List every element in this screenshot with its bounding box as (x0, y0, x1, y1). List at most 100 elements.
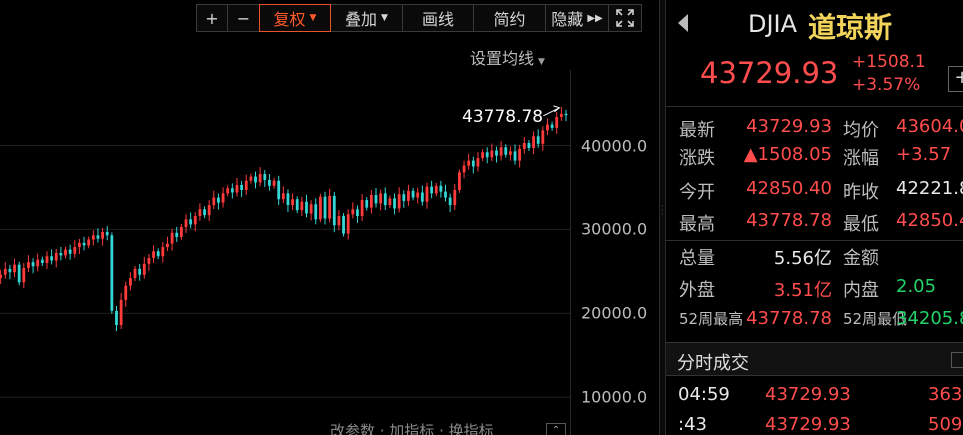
candle-body (258, 174, 262, 183)
candle-body (351, 209, 355, 215)
quote-row: 今开 42850.40 昨收 42221.8 (666, 178, 963, 206)
quote-value: ▲1508.05 (743, 144, 832, 165)
candle-body (166, 243, 169, 248)
candle-body (499, 147, 503, 156)
candle-body (54, 252, 58, 261)
candle-body (374, 195, 378, 204)
kline-chart-panel[interactable]: + − 复权 ▼ 叠加 ▼ 画线 简约 隐藏 ▶▶ 设置均线 ▼ 40000.0 3000… (0, 0, 659, 435)
candle-body (490, 150, 494, 158)
back-arrow-icon[interactable] (678, 14, 688, 32)
candle-body (513, 151, 517, 161)
candle-body (170, 232, 174, 244)
quote-label: 涨跌 (679, 148, 715, 169)
quote-value: 42850.4 (896, 210, 963, 231)
candle-body (291, 199, 294, 206)
quote-label: 昨收 (843, 182, 879, 203)
candle-body (138, 268, 142, 275)
candle-body (527, 143, 531, 149)
candle-body (546, 124, 549, 131)
candle-body (485, 152, 489, 158)
candle-body (8, 268, 12, 273)
panel-menu-icon[interactable] (951, 352, 963, 368)
candle-body (64, 249, 67, 256)
candle-body (27, 262, 30, 269)
candle-body (365, 200, 369, 208)
expand-icon[interactable]: ⌃ (546, 423, 566, 435)
candle-body (462, 165, 466, 173)
candle-body (504, 147, 508, 155)
candle-body (383, 193, 387, 206)
candle-body (221, 193, 225, 203)
trade-volume: 509 (928, 414, 963, 435)
draw-line-button[interactable]: 画线 (402, 4, 474, 32)
candle-body (508, 151, 512, 155)
hide-button[interactable]: 隐藏 ▶▶ (545, 4, 609, 32)
trade-time: 04:59 (678, 384, 730, 405)
candle-body (411, 190, 415, 198)
divider (666, 106, 963, 107)
candle-body (448, 197, 452, 206)
quote-value: 42221.8 (896, 178, 963, 199)
panel-splitter[interactable]: · · · (659, 0, 666, 435)
adjust-dropdown[interactable]: 复权 ▼ (259, 4, 331, 32)
candle-body (434, 185, 438, 194)
candle-body (342, 216, 345, 234)
quote-panel: DJIA 道琼斯 43729.93 +1508.1 +3.57% + 最新 437… (666, 0, 963, 435)
candle-body (272, 180, 276, 186)
quote-label: 最低 (843, 214, 879, 235)
quote-value: 5.56亿 (773, 248, 832, 269)
candle-body (240, 184, 244, 190)
simple-mode-button[interactable]: 简约 (473, 4, 546, 32)
candle-body (0, 274, 3, 279)
change-amount: +1508.1 (852, 52, 926, 72)
candle-body (73, 247, 77, 254)
candle-body (397, 194, 401, 209)
change-percent: +3.57% (852, 75, 921, 95)
candle-body (22, 268, 26, 283)
trades-title: 分时成交 (677, 353, 749, 374)
trade-price: 43729.93 (765, 414, 851, 435)
candle-body (453, 189, 457, 206)
quote-value: 3.51亿 (773, 280, 832, 301)
candle-body (36, 259, 40, 267)
candle-body (175, 232, 179, 237)
candle-body (559, 113, 563, 117)
candle-body (444, 191, 447, 198)
fullscreen-button[interactable] (608, 4, 642, 32)
caret-down-icon: ▼ (309, 13, 317, 23)
candle-body (356, 209, 359, 216)
trade-row: 04:59 43729.93 363 (666, 384, 963, 410)
indicator-bar[interactable]: 改参数 · 加指标 · 换指标 (330, 420, 494, 435)
candle-body (439, 185, 443, 192)
quote-label: 今开 (679, 182, 715, 203)
symbol-code: DJIA (748, 10, 798, 38)
candle-body (541, 130, 545, 144)
trade-time: :43 (678, 414, 707, 435)
zoom-in-button[interactable]: + (196, 4, 228, 32)
candle-body (50, 256, 54, 261)
y-tick-label: 20000.0 (581, 303, 648, 323)
candle-body (314, 204, 318, 220)
candle-body (254, 176, 257, 183)
candle-body (458, 172, 461, 190)
candle-body (110, 235, 114, 311)
candle-body (536, 136, 540, 144)
candle-body (189, 219, 193, 225)
candle-body (244, 180, 248, 190)
add-watchlist-button[interactable]: + (948, 66, 963, 92)
candle-body (416, 192, 420, 198)
quote-row: 最新 43729.93 均价 43604.0 (666, 116, 963, 144)
zoom-out-button[interactable]: − (227, 4, 260, 32)
trade-volume: 363 (928, 384, 963, 405)
candle-body (295, 199, 299, 211)
candle-body (45, 256, 49, 263)
quote-label: 均价 (843, 120, 879, 141)
quote-value: 43778.78 (746, 210, 832, 231)
candle-body (555, 116, 559, 128)
overlay-dropdown[interactable]: 叠加 ▼ (330, 4, 403, 32)
candle-body (467, 160, 471, 166)
candle-body (263, 174, 267, 180)
double-chevron-right-icon: ▶▶ (587, 12, 603, 24)
candle-body (277, 180, 281, 200)
ma-setting-dropdown[interactable]: 设置均线 ▼ (470, 45, 545, 69)
